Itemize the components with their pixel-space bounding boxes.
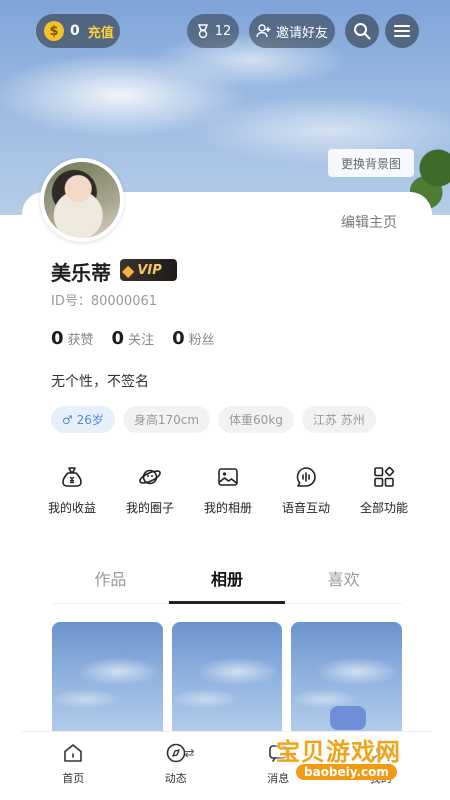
feature-label: 我的相册 [203, 501, 252, 515]
edit-profile-link[interactable]: 编辑主页 [341, 212, 397, 232]
profile-stats: 0 获赞 0 关注 0 粉丝 [51, 328, 215, 349]
compass-icon [166, 743, 186, 763]
coin-count: 0 [70, 23, 80, 39]
vip-badge[interactable]: ◆ VIP [120, 259, 177, 281]
image-icon [218, 468, 238, 486]
nav-label: 首页 [62, 772, 85, 785]
stat-likes[interactable]: 0 获赞 [51, 328, 94, 349]
user-signature: 无个性，不签名 [51, 374, 149, 390]
stat-followers[interactable]: 0 粉丝 [172, 328, 215, 349]
planet-icon [139, 469, 161, 485]
tag-location: 江苏 苏州 [301, 406, 376, 433]
tag-weight: 体重60kg [218, 406, 294, 433]
feature-circles[interactable]: 我的圈子 [114, 465, 186, 516]
feature-label: 我的收益 [47, 501, 96, 515]
nav-label: 动态 [164, 772, 187, 785]
feature-earnings[interactable]: 我的收益 [36, 465, 108, 516]
add-user-icon [256, 24, 271, 38]
feature-shortcuts: 我的收益 我的圈子 我的相册 语音互动 全部功能 [36, 465, 420, 516]
menu-button[interactable] [385, 14, 419, 48]
voice-chat-icon [296, 467, 316, 487]
stat-following[interactable]: 0 关注 [112, 328, 155, 349]
avatar[interactable] [40, 158, 124, 242]
feature-all-functions[interactable]: 全部功能 [348, 465, 420, 516]
invite-friends-button[interactable]: 邀请好友 [249, 14, 335, 48]
album-photo[interactable] [52, 622, 163, 732]
profile-tags: ♂ 26岁 身高170cm 体重60kg 江苏 苏州 [51, 406, 376, 433]
stat-count: 0 [111, 328, 125, 349]
swap-icon: ⇄ [184, 746, 195, 760]
grid-icon [374, 466, 395, 487]
stat-label: 关注 [128, 333, 155, 348]
content-tabs: 作品 相册 喜欢 [52, 562, 402, 604]
watermark-url: baobeiy.com [296, 764, 397, 780]
feature-label: 我的圈子 [125, 501, 174, 515]
stat-count: 0 [172, 328, 185, 349]
medal-icon [197, 24, 208, 39]
feature-album[interactable]: 我的相册 [192, 465, 264, 516]
feature-voice-chat[interactable]: 语音互动 [270, 465, 342, 516]
username: 美乐蒂 [51, 261, 111, 285]
vip-label: VIP [137, 262, 162, 278]
album-photo[interactable] [171, 622, 283, 732]
money-bag-icon [62, 467, 82, 487]
tab-works[interactable]: 作品 [52, 562, 169, 603]
stat-label: 粉丝 [188, 333, 215, 348]
tab-likes[interactable]: 喜欢 [285, 562, 402, 603]
top-bar: $ 0 充值 12 邀请好友 [0, 14, 450, 50]
hamburger-menu-icon [394, 25, 410, 37]
search-icon [354, 23, 371, 40]
stat-count: 0 [51, 328, 64, 349]
gamepad-icon [330, 706, 366, 730]
change-background-button[interactable]: 更换背景图 [328, 149, 414, 177]
stat-label: 获赞 [67, 333, 94, 348]
tag-height: 身高170cm [122, 406, 211, 433]
nav-home[interactable]: 首页 [22, 732, 125, 800]
nav-feed[interactable]: 动态 ⇄ [125, 732, 228, 800]
invite-label: 邀请好友 [275, 25, 328, 41]
user-id: ID号：80000061 [51, 294, 158, 309]
recharge-link[interactable]: 充值 [88, 22, 114, 41]
badge-count: 12 [214, 23, 232, 39]
coin-icon: $ [44, 21, 64, 41]
diamond-icon: ◆ [122, 260, 135, 280]
coin-balance-pill[interactable]: $ 0 充值 [36, 14, 120, 48]
feature-label: 全部功能 [359, 501, 408, 515]
home-icon [64, 744, 83, 762]
tag-gender-age: ♂ 26岁 [51, 406, 115, 433]
search-button[interactable] [345, 14, 379, 48]
feature-label: 语音互动 [281, 501, 330, 515]
tab-album[interactable]: 相册 [168, 562, 286, 604]
site-watermark: 宝贝游戏网 baobeiy.com [276, 700, 446, 790]
watermark-title: 宝贝游戏网 [276, 738, 401, 766]
badge-pill[interactable]: 12 [187, 14, 239, 48]
